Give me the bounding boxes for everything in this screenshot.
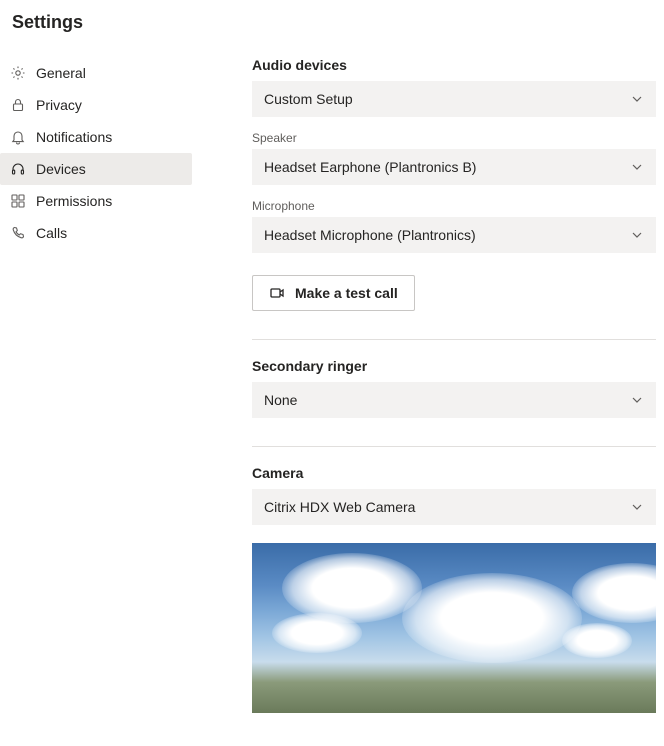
camera-preview — [252, 543, 656, 713]
gear-icon — [10, 65, 26, 81]
dropdown-value: Headset Microphone (Plantronics) — [264, 227, 476, 243]
dropdown-value: None — [264, 392, 297, 408]
divider — [252, 339, 656, 340]
dropdown-value: Custom Setup — [264, 91, 353, 107]
sidebar-item-general[interactable]: General — [0, 57, 192, 89]
sidebar: General Privacy Notifications — [0, 57, 192, 249]
lock-icon — [10, 97, 26, 113]
chevron-down-icon — [630, 160, 644, 174]
dropdown-value: Citrix HDX Web Camera — [264, 499, 415, 515]
secondary-ringer-heading: Secondary ringer — [252, 358, 656, 374]
camera-dropdown[interactable]: Citrix HDX Web Camera — [252, 489, 656, 525]
apps-icon — [10, 193, 26, 209]
chevron-down-icon — [630, 393, 644, 407]
make-test-call-button[interactable]: Make a test call — [252, 275, 415, 311]
speaker-label: Speaker — [252, 131, 656, 145]
chevron-down-icon — [630, 500, 644, 514]
sidebar-item-label: Permissions — [36, 193, 112, 209]
sidebar-item-privacy[interactable]: Privacy — [0, 89, 192, 121]
sidebar-item-notifications[interactable]: Notifications — [0, 121, 192, 153]
microphone-label: Microphone — [252, 199, 656, 213]
sidebar-item-devices[interactable]: Devices — [0, 153, 192, 185]
divider — [252, 446, 656, 447]
audio-devices-heading: Audio devices — [252, 57, 656, 73]
sidebar-item-calls[interactable]: Calls — [0, 217, 192, 249]
sidebar-item-label: Privacy — [36, 97, 82, 113]
secondary-ringer-dropdown[interactable]: None — [252, 382, 656, 418]
phone-icon — [10, 225, 26, 241]
chevron-down-icon — [630, 92, 644, 106]
page-title: Settings — [0, 12, 664, 57]
sidebar-item-label: Calls — [36, 225, 67, 241]
microphone-dropdown[interactable]: Headset Microphone (Plantronics) — [252, 217, 656, 253]
sidebar-item-label: Devices — [36, 161, 86, 177]
camera-heading: Camera — [252, 465, 656, 481]
speaker-dropdown[interactable]: Headset Earphone (Plantronics B) — [252, 149, 656, 185]
headphones-icon — [10, 161, 26, 177]
sidebar-item-label: Notifications — [36, 129, 112, 145]
bell-icon — [10, 129, 26, 145]
chevron-down-icon — [630, 228, 644, 242]
sidebar-item-label: General — [36, 65, 86, 81]
dropdown-value: Headset Earphone (Plantronics B) — [264, 159, 476, 175]
test-call-icon — [269, 285, 285, 301]
main-content: Audio devices Custom Setup Speaker Heads… — [192, 57, 664, 713]
audio-device-dropdown[interactable]: Custom Setup — [252, 81, 656, 117]
settings-layout: General Privacy Notifications — [0, 57, 664, 713]
button-label: Make a test call — [295, 285, 398, 301]
sidebar-item-permissions[interactable]: Permissions — [0, 185, 192, 217]
